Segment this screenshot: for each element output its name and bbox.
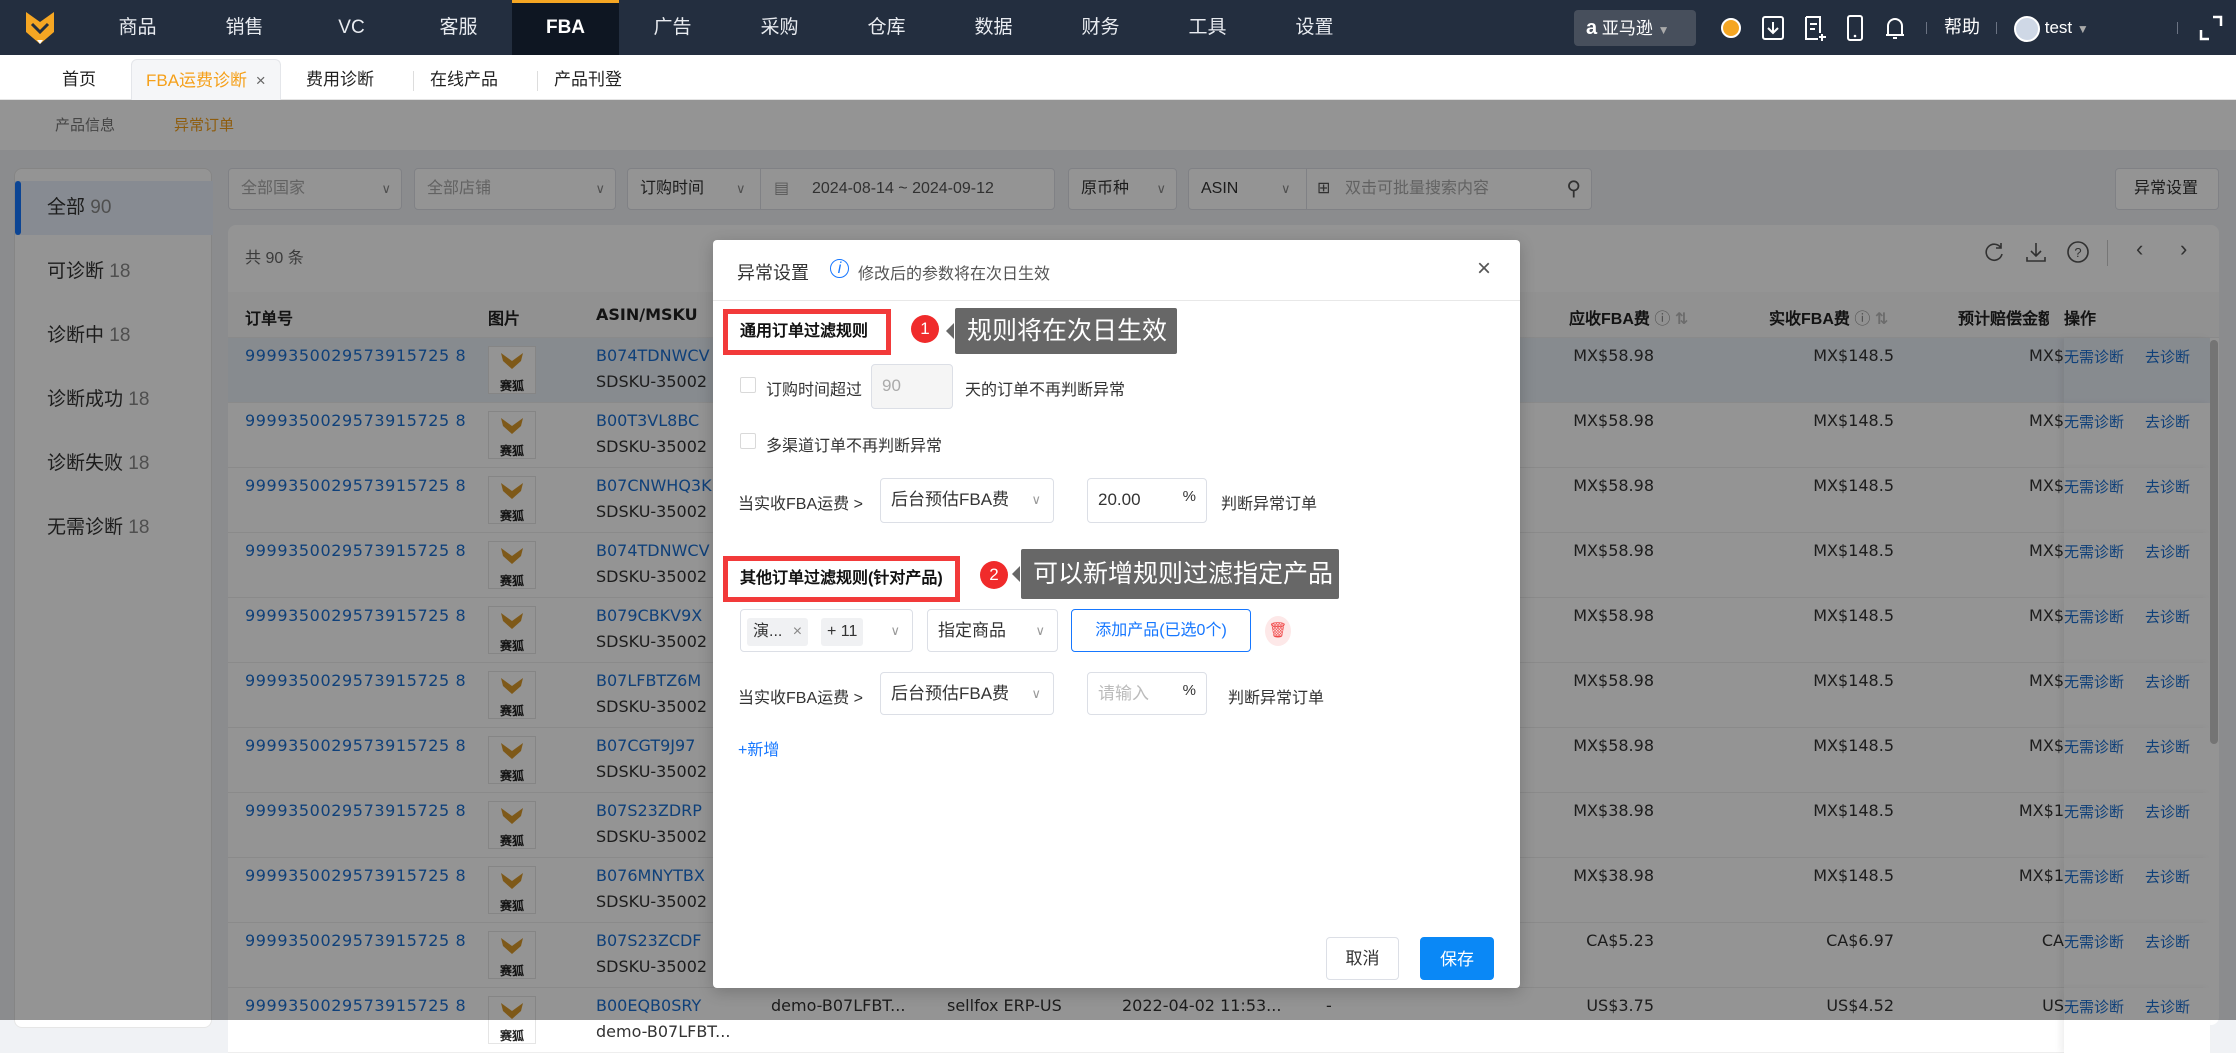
cancel-button[interactable]: 取消 (1326, 937, 1399, 980)
tab-product-listing[interactable]: 产品刊登 (540, 59, 636, 100)
percent-suffix: % (1182, 682, 1196, 699)
tab-label: 费用诊断 (306, 70, 374, 89)
nav-item-9[interactable]: 财务 (1047, 0, 1154, 55)
product-scope-select[interactable]: 指定商品 ∨ (927, 609, 1058, 652)
fox-logo-icon[interactable] (22, 10, 58, 46)
chevron-down-icon: ∨ (890, 623, 900, 638)
select-value: 指定商品 (938, 621, 1006, 640)
nav-item-7[interactable]: 仓库 (833, 0, 940, 55)
bell-icon[interactable] (1882, 14, 1908, 42)
rule-suffix: 判断异常订单 (1221, 496, 1318, 513)
tab-fba-fee-diagnosis[interactable]: FBA运费诊断 × (131, 59, 281, 100)
tab-label: 产品刊登 (554, 70, 622, 89)
divider (413, 71, 414, 91)
order-time-label: 订购时间超过 (766, 382, 863, 399)
dialog-header: 异常设置 i 修改后的参数将在次日生效 × (713, 240, 1520, 301)
more-tags-count: + 11 (821, 618, 864, 646)
input-value: 20.00 (1098, 490, 1141, 509)
select-value: 后台预估FBA费 (891, 684, 1010, 703)
chevron-down-icon: ∨ (1031, 492, 1041, 507)
nav-item-3[interactable]: 客服 (405, 0, 512, 55)
nav-item-4[interactable]: FBA (512, 0, 619, 55)
nav-item-2[interactable]: VC (298, 0, 405, 55)
nav-item-5[interactable]: 广告 (619, 0, 726, 55)
order-time-suffix: 天的订单不再判断异常 (965, 382, 1126, 399)
abnormal-settings-dialog: 异常设置 i 修改后的参数将在次日生效 × 通用订单过滤规则 1 规则将在次日生… (713, 240, 1520, 988)
close-icon[interactable]: × (793, 623, 802, 640)
rule-label: 当实收FBA运费 > (738, 690, 863, 707)
document-add-icon[interactable] (1802, 14, 1828, 42)
marketplace-select[interactable]: a 亚马逊 ▼ (1574, 10, 1696, 46)
add-product-button[interactable]: 添加产品(已选0个) (1071, 609, 1251, 652)
image-brand-label: 赛狐 (499, 1029, 524, 1043)
avatar (2014, 15, 2040, 42)
divider (537, 71, 538, 91)
dialog-notice: 修改后的参数将在次日生效 (858, 266, 1051, 283)
select-value: 后台预估FBA费 (891, 490, 1010, 509)
rule-label: 当实收FBA运费 > (738, 496, 863, 513)
nav-item-1[interactable]: 销售 (191, 0, 298, 55)
nav-item-0[interactable]: 商品 (84, 0, 191, 55)
threshold-input[interactable]: 请输入% (1087, 672, 1207, 715)
info-icon: i (830, 259, 849, 278)
order-time-checkbox[interactable] (740, 377, 756, 393)
multichannel-label: 多渠道订单不再判断异常 (766, 438, 943, 455)
add-rule-link[interactable]: +新增 (738, 736, 779, 760)
mobile-icon[interactable] (1842, 14, 1868, 42)
percent-suffix: % (1182, 488, 1196, 505)
rule-suffix: 判断异常订单 (1228, 690, 1325, 707)
multichannel-checkbox[interactable] (740, 433, 756, 449)
tab-label: 在线产品 (430, 70, 498, 89)
tab-home[interactable]: 首页 (48, 59, 110, 100)
tab-fee-diagnosis[interactable]: 费用诊断 (292, 59, 388, 100)
user-name: test (2044, 18, 2073, 37)
msku-text: demo-B07LFBT... (596, 1022, 731, 1041)
nav-item-10[interactable]: 工具 (1154, 0, 1261, 55)
help-link[interactable]: 帮助 (1944, 0, 1980, 55)
tab-label: 首页 (62, 70, 96, 89)
divider (1926, 22, 1927, 34)
download-icon[interactable] (1760, 14, 1786, 42)
nav-item-11[interactable]: 设置 (1261, 0, 1368, 55)
step-badge: 2 (980, 561, 1008, 589)
nav-item-6[interactable]: 采购 (726, 0, 833, 55)
user-menu[interactable]: test ▼ (2014, 14, 2089, 43)
tag-label: 演... (753, 623, 783, 640)
customer-service-icon[interactable] (1718, 14, 1744, 42)
caret-down-icon: ▼ (1657, 23, 1670, 37)
fee-basis-select[interactable]: 后台预估FBA费 ∨ (880, 478, 1054, 523)
divider (1996, 22, 1997, 34)
amazon-icon: a (1586, 17, 1598, 39)
save-button[interactable]: 保存 (1420, 937, 1494, 980)
product-multiselect[interactable]: 演... × + 11 ∨ (740, 609, 913, 652)
fee-basis-select[interactable]: 后台预估FBA费 ∨ (880, 672, 1054, 715)
product-rules-heading: 其他订单过滤规则(针对产品) (723, 556, 960, 602)
marketplace-label: 亚马逊 (1601, 19, 1653, 38)
tab-label: FBA运费诊断 (146, 71, 248, 90)
annotation-tooltip: 可以新增规则过滤指定产品 (1012, 549, 1339, 599)
divider (2177, 22, 2178, 34)
nav-item-8[interactable]: 数据 (940, 0, 1047, 55)
delete-rule-icon[interactable]: 🗑 (1265, 616, 1291, 646)
fullscreen-icon[interactable] (2198, 14, 2224, 42)
general-rules-heading: 通用订单过滤规则 (723, 309, 891, 355)
selected-tag: 演... × (747, 618, 809, 646)
step-badge: 1 (911, 315, 939, 343)
order-days-input[interactable]: 90 (871, 364, 953, 409)
close-icon[interactable]: × (1477, 255, 1491, 283)
top-nav: 商品 销售 VC 客服 FBA 广告 采购 仓库 数据 财务 工具 设置 a 亚马逊 ▼ 帮助 tes… (0, 0, 2236, 55)
dialog-title: 异常设置 (737, 263, 809, 283)
close-icon[interactable]: × (256, 71, 266, 90)
chevron-down-icon: ∨ (1035, 623, 1045, 638)
page-tabs: 首页 FBA运费诊断 × 费用诊断 在线产品 产品刊登 (0, 55, 2236, 100)
input-placeholder: 请输入 (1098, 684, 1149, 703)
caret-down-icon: ▼ (2076, 22, 2089, 36)
annotation-tooltip: 规则将在次日生效 (946, 308, 1177, 354)
chevron-down-icon: ∨ (1031, 686, 1041, 701)
tab-online-products[interactable]: 在线产品 (416, 59, 512, 100)
threshold-input[interactable]: 20.00% (1087, 478, 1207, 523)
